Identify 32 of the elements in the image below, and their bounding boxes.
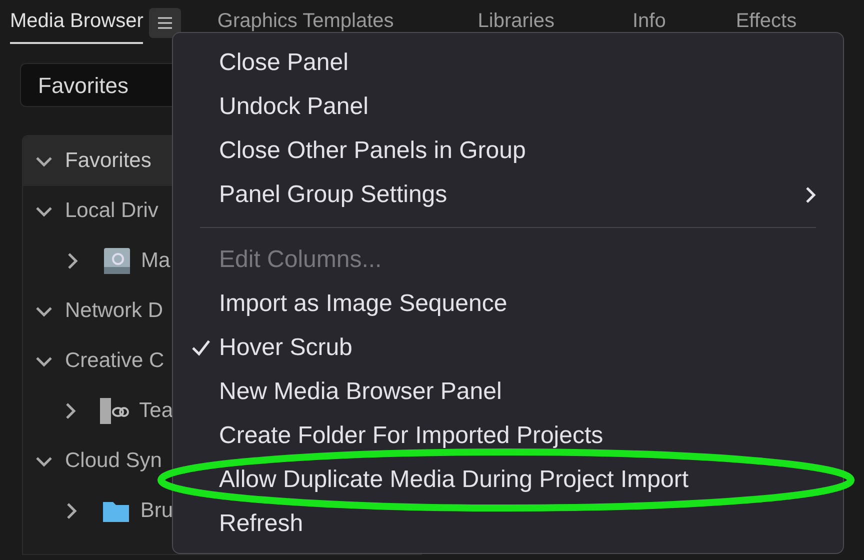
drive-icon xyxy=(103,247,131,275)
menu-item[interactable]: Refresh xyxy=(173,502,843,546)
menu-item[interactable]: Create Folder For Imported Projects xyxy=(173,414,843,458)
collapse-chevron-icon[interactable] xyxy=(33,356,55,366)
tree-label: Local Driv xyxy=(65,198,158,224)
menu-item[interactable]: Close Other Panels in Group xyxy=(173,129,843,173)
menu-item[interactable]: Import as Image Sequence xyxy=(173,282,843,326)
tree-row[interactable]: Creative C xyxy=(23,336,173,386)
collapse-chevron-icon[interactable] xyxy=(33,306,55,316)
collapse-chevron-icon[interactable] xyxy=(33,206,55,216)
tree-row[interactable]: Network D xyxy=(23,286,173,336)
tree-row[interactable]: Cloud Syn xyxy=(23,436,173,486)
check-icon xyxy=(191,339,211,357)
folder-icon xyxy=(102,499,130,523)
menu-item[interactable]: Panel Group Settings xyxy=(173,173,843,217)
tree-label: Cloud Syn xyxy=(65,448,162,474)
menu-item[interactable]: Allow Duplicate Media During Project Import xyxy=(173,458,843,502)
panel-tab[interactable]: Media Browser xyxy=(10,6,144,44)
menu-item[interactable]: New Media Browser Panel xyxy=(173,370,843,414)
tree-label: Tea xyxy=(139,398,173,424)
menu-icon[interactable] xyxy=(149,8,182,38)
tree-label: Network D xyxy=(65,298,164,324)
collapse-chevron-icon[interactable] xyxy=(33,456,55,466)
tree-label: Creative C xyxy=(65,348,164,374)
server-link-icon xyxy=(99,397,130,425)
collapse-chevron-icon[interactable] xyxy=(33,156,55,166)
tree-row[interactable]: Local Driv xyxy=(23,186,173,236)
menu-item[interactable]: Hover Scrub xyxy=(173,326,843,370)
tree-label: Favorites xyxy=(65,148,152,174)
tree-label: Bru xyxy=(140,498,173,524)
tree-label: Ma xyxy=(141,248,170,274)
tree-row-selected[interactable]: Favorites xyxy=(23,136,173,186)
